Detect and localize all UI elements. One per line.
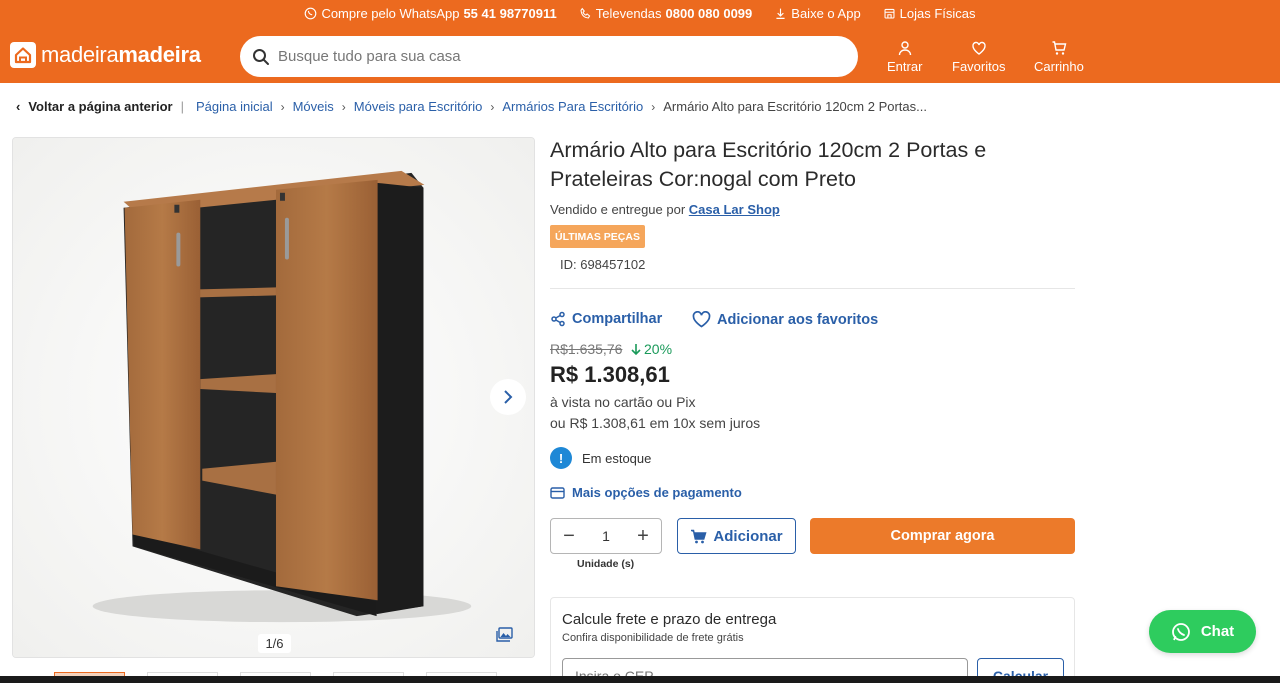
seller-info: Vendido e entregue por Casa Lar Shop xyxy=(550,202,780,217)
unit-label: Unidade (s) xyxy=(577,558,635,570)
gallery-counter: 1/6 xyxy=(258,634,291,653)
cart-label: Carrinho xyxy=(1034,59,1084,74)
increase-quantity-button[interactable]: + xyxy=(635,526,651,546)
store-icon xyxy=(884,8,895,19)
phone-icon xyxy=(580,7,590,19)
seller-prefix: Vendido e entregue por xyxy=(550,202,686,217)
whatsapp-icon xyxy=(305,7,317,20)
chat-button[interactable]: Chat xyxy=(1149,610,1256,653)
share-button[interactable]: Compartilhar xyxy=(550,311,662,327)
stores-label: Lojas Físicas xyxy=(899,6,976,21)
arrow-down-icon xyxy=(631,343,641,355)
site-logo[interactable]: madeiramadeira xyxy=(10,42,201,68)
chevron-right-icon: › xyxy=(490,99,495,114)
last-units-badge: ÚLTIMAS PEÇAS xyxy=(550,225,645,248)
search-bar[interactable] xyxy=(240,36,858,77)
product-title: Armário Alto para Escritório 120cm 2 Por… xyxy=(550,138,987,191)
whatsapp-icon xyxy=(1171,622,1190,641)
back-label: Voltar a página anterior xyxy=(28,99,173,114)
breadcrumb: ‹ Voltar a página anterior | Página inici… xyxy=(16,99,927,114)
bottom-edge xyxy=(0,676,1280,683)
freight-title: Calcule frete e prazo de entrega xyxy=(562,611,777,628)
stores-link[interactable]: Lojas Físicas xyxy=(883,6,976,21)
chevron-right-icon: › xyxy=(280,99,285,114)
house-logo-icon xyxy=(10,42,36,68)
payment-options-label: Mais opções de pagamento xyxy=(572,485,742,500)
site-header: Compre pelo WhatsApp 55 41 98770911 Tele… xyxy=(0,0,1280,83)
logo-text-regular: madeira xyxy=(41,42,119,67)
logo-text: madeiramadeira xyxy=(41,42,201,68)
discount-value: 20% xyxy=(644,341,673,357)
product-gallery[interactable]: 1/6 xyxy=(12,137,535,658)
share-icon xyxy=(551,311,565,327)
share-label: Compartilhar xyxy=(572,311,663,327)
cart-button[interactable]: Carrinho xyxy=(1034,40,1084,74)
discount-badge: 20% xyxy=(630,341,672,357)
product-image xyxy=(13,138,534,657)
breadcrumb-divider: | xyxy=(180,99,184,114)
seller-link[interactable]: Casa Lar Shop xyxy=(689,202,780,217)
add-favorites-label: Adicionar aos favoritos xyxy=(717,311,879,328)
old-price: R$1.635,76 xyxy=(550,341,623,357)
price-note: à vista no cartão ou Pix xyxy=(550,394,696,410)
chevron-right-icon xyxy=(504,390,513,404)
user-icon xyxy=(898,41,911,56)
breadcrumb-current: Armário Alto para Escritório 120cm 2 Por… xyxy=(663,99,927,114)
decrease-quantity-button[interactable]: − xyxy=(561,526,577,546)
add-to-cart-button[interactable]: Adicionar xyxy=(677,518,796,554)
stock-label: Em estoque xyxy=(582,450,652,466)
phone-link[interactable]: Televendas 0800 080 0099 xyxy=(579,6,753,21)
search-input[interactable] xyxy=(278,48,838,65)
download-icon xyxy=(776,8,785,19)
add-to-favorites-button[interactable]: Adicionar aos favoritos xyxy=(692,311,878,328)
cart-icon xyxy=(1052,41,1067,55)
add-to-cart-label: Adicionar xyxy=(713,527,783,545)
breadcrumb-home[interactable]: Página inicial xyxy=(196,99,273,114)
freight-subtitle: Confira disponibilidade de frete grátis xyxy=(562,632,744,644)
breadcrumb-moveis-escritorio[interactable]: Móveis para Escritório xyxy=(354,99,483,114)
divider xyxy=(550,288,1075,289)
installments-info: ou R$ 1.308,61 em 10x sem juros xyxy=(550,415,761,431)
product-id: ID: 698457102 xyxy=(560,257,646,272)
back-link[interactable]: ‹ Voltar a página anterior xyxy=(16,99,173,114)
phone-number: 0800 080 0099 xyxy=(665,6,753,21)
search-icon xyxy=(253,48,269,65)
freight-calculator: Calcule frete e prazo de entrega Confira… xyxy=(550,597,1075,683)
chevron-left-icon: ‹ xyxy=(16,99,21,114)
heart-icon xyxy=(692,311,711,328)
login-label: Entrar xyxy=(887,59,923,74)
chevron-right-icon: › xyxy=(341,99,346,114)
stock-status: ! Em estoque xyxy=(550,447,651,469)
quantity-value[interactable]: 1 xyxy=(602,528,610,544)
cart-icon xyxy=(691,529,707,543)
info-icon: ! xyxy=(550,447,572,469)
whatsapp-label: Compre pelo WhatsApp xyxy=(321,6,460,21)
chat-label: Chat xyxy=(1200,623,1235,640)
breadcrumb-armarios[interactable]: Armários Para Escritório xyxy=(502,99,643,114)
whatsapp-number: 55 41 98770911 xyxy=(463,6,557,21)
whatsapp-link[interactable]: Compre pelo WhatsApp 55 41 98770911 xyxy=(304,6,557,21)
credit-card-icon xyxy=(550,486,565,499)
gallery-next-button[interactable] xyxy=(490,379,526,415)
quantity-stepper: − 1 + xyxy=(550,518,662,554)
favorites-label: Favoritos xyxy=(952,59,1006,74)
breadcrumb-moveis[interactable]: Móveis xyxy=(293,99,334,114)
chevron-right-icon: › xyxy=(651,99,656,114)
gallery-expand-icon[interactable] xyxy=(496,627,513,647)
favorites-button[interactable]: Favoritos xyxy=(952,40,1005,74)
login-button[interactable]: Entrar xyxy=(887,40,922,74)
app-label: Baixe o App xyxy=(791,6,861,21)
logo-text-bold: madeira xyxy=(118,42,201,67)
top-bar: Compre pelo WhatsApp 55 41 98770911 Tele… xyxy=(0,6,1280,21)
current-price: R$ 1.308,61 xyxy=(550,362,670,387)
phone-label: Televendas xyxy=(595,6,662,21)
buy-now-button[interactable]: Comprar agora xyxy=(810,518,1075,554)
payment-options-link[interactable]: Mais opções de pagamento xyxy=(550,485,742,500)
app-download-link[interactable]: Baixe o App xyxy=(774,6,861,21)
heart-icon xyxy=(972,41,986,55)
